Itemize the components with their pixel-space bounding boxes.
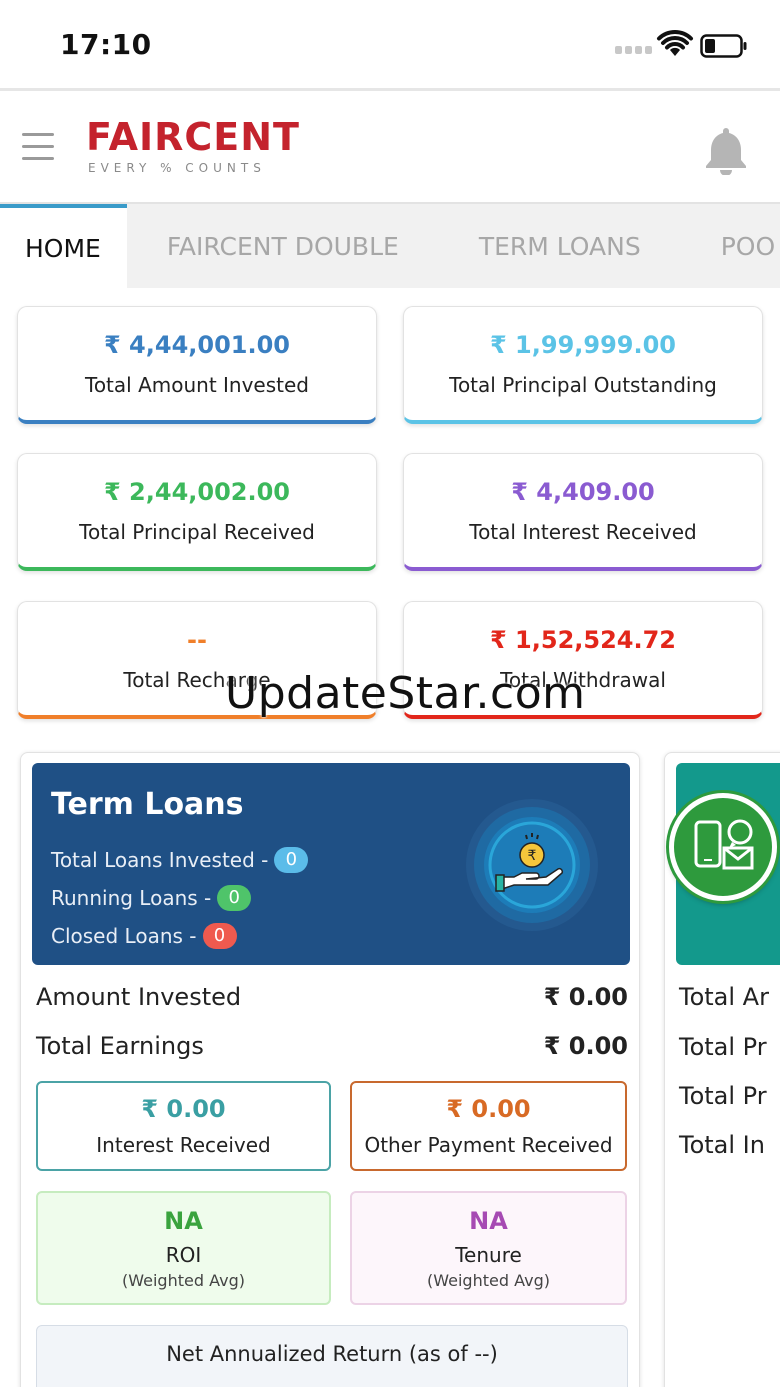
card-value: ₹ 1,99,999.00	[490, 331, 676, 359]
status-time: 17:10	[60, 28, 152, 61]
hamburger-menu-icon[interactable]	[22, 133, 54, 161]
tenure-box: NA Tenure (Weighted Avg)	[350, 1191, 627, 1305]
term-loans-title: Term Loans	[51, 787, 244, 822]
term-loans-banner: Term Loans Total Loans Invested - 0 Runn…	[32, 763, 630, 965]
contact-fab-button[interactable]	[669, 793, 777, 901]
second-panel-row: Total Pr	[679, 1033, 767, 1061]
closed-loans-count-badge: 0	[202, 923, 237, 949]
roi-box: NA ROI (Weighted Avg)	[36, 1191, 331, 1305]
total-loans-invested-label: Total Loans Invested -	[51, 848, 269, 872]
tab-pool[interactable]: POO	[681, 204, 780, 288]
roi-label: ROI	[165, 1243, 202, 1267]
app-header: FAIRCENT EVERY % COUNTS	[0, 88, 780, 204]
logo-text: FAIRCENT	[86, 115, 300, 159]
tenure-value: NA	[469, 1207, 508, 1235]
rupee-hand-icon: ₹	[466, 799, 598, 931]
roi-value: NA	[164, 1207, 203, 1235]
card-total-amount-invested[interactable]: ₹ 4,44,001.00 Total Amount Invested	[17, 306, 377, 424]
second-panel-row: Total Ar	[679, 983, 769, 1011]
total-earnings-label: Total Earnings	[36, 1032, 204, 1060]
card-label: Total Principal Outstanding	[449, 373, 717, 397]
watermark-text: UpdateStar.com	[225, 668, 586, 719]
card-total-interest-received[interactable]: ₹ 4,409.00 Total Interest Received	[403, 453, 763, 571]
amount-invested-label: Amount Invested	[36, 983, 242, 1011]
second-panel-row: Total In	[679, 1131, 765, 1159]
interest-received-box: ₹ 0.00 Interest Received	[36, 1081, 331, 1171]
tab-term-loans[interactable]: TERM LOANS	[439, 204, 681, 288]
net-annualized-return-box: Net Annualized Return (as of --)	[36, 1325, 628, 1387]
running-loans-row: Running Loans - 0	[51, 885, 252, 911]
wifi-icon	[657, 30, 693, 56]
interest-received-value: ₹ 0.00	[141, 1095, 226, 1123]
amount-invested-value: ₹ 0.00	[543, 983, 628, 1011]
notification-bell-icon[interactable]	[703, 125, 749, 175]
card-label: Total Amount Invested	[85, 373, 309, 397]
battery-icon	[700, 34, 747, 58]
cellular-signal-icon	[615, 46, 652, 54]
card-value: ₹ 2,44,002.00	[104, 478, 290, 506]
net-annualized-return-label: Net Annualized Return (as of --)	[166, 1342, 498, 1366]
other-payment-label: Other Payment Received	[364, 1133, 613, 1157]
running-loans-count-badge: 0	[217, 885, 252, 911]
second-panel-row: Total Pr	[679, 1082, 767, 1110]
logo-tagline: EVERY % COUNTS	[88, 161, 266, 175]
card-value: ₹ 4,44,001.00	[104, 331, 290, 359]
total-earnings-value: ₹ 0.00	[543, 1032, 628, 1060]
card-value: --	[187, 626, 207, 654]
total-loans-count-badge: 0	[274, 847, 309, 873]
total-earnings-row: Total Earnings ₹ 0.00	[36, 1032, 628, 1060]
card-total-principal-received[interactable]: ₹ 2,44,002.00 Total Principal Received	[17, 453, 377, 571]
phone-whatsapp-mail-icon	[694, 819, 754, 870]
other-payment-value: ₹ 0.00	[446, 1095, 531, 1123]
amount-invested-row: Amount Invested ₹ 0.00	[36, 983, 628, 1011]
term-loans-panel[interactable]: Term Loans Total Loans Invested - 0 Runn…	[20, 752, 640, 1387]
total-loans-invested-row: Total Loans Invested - 0	[51, 847, 309, 873]
svg-text:₹: ₹	[528, 848, 537, 864]
closed-loans-label: Closed Loans -	[51, 924, 197, 948]
tab-bar: HOME FAIRCENT DOUBLE TERM LOANS POO	[0, 204, 780, 288]
card-value: ₹ 4,409.00	[511, 478, 655, 506]
running-loans-label: Running Loans -	[51, 886, 212, 910]
tab-home[interactable]: HOME	[0, 204, 127, 288]
interest-received-label: Interest Received	[96, 1133, 271, 1157]
card-value: ₹ 1,52,524.72	[490, 626, 676, 654]
card-total-principal-outstanding[interactable]: ₹ 1,99,999.00 Total Principal Outstandin…	[403, 306, 763, 424]
card-label: Total Principal Received	[79, 520, 315, 544]
card-label: Total Interest Received	[469, 520, 697, 544]
tenure-sub: (Weighted Avg)	[427, 1271, 550, 1290]
status-bar: 17:10	[0, 0, 780, 88]
other-payment-box: ₹ 0.00 Other Payment Received	[350, 1081, 627, 1171]
closed-loans-row: Closed Loans - 0	[51, 923, 237, 949]
tenure-label: Tenure	[455, 1243, 522, 1267]
faircent-logo: FAIRCENT EVERY % COUNTS	[86, 117, 300, 175]
roi-sub: (Weighted Avg)	[122, 1271, 245, 1290]
tab-faircent-double[interactable]: FAIRCENT DOUBLE	[127, 204, 439, 288]
